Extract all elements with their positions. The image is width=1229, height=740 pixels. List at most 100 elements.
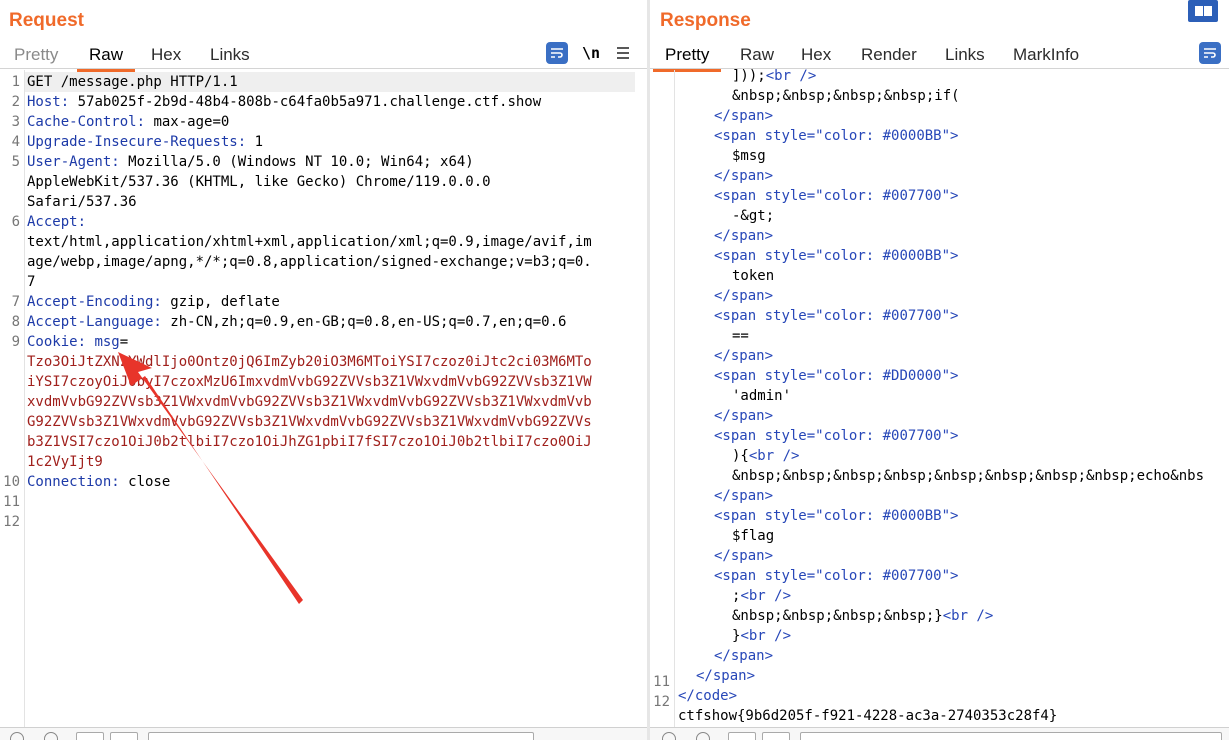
- help-icon[interactable]: [10, 732, 24, 740]
- request-line: Accept-Encoding: gzip, deflate: [27, 292, 280, 312]
- search-input[interactable]: [148, 732, 534, 740]
- line-gutter: 11 12: [650, 70, 675, 728]
- tab-links[interactable]: Links: [945, 45, 985, 65]
- request-line: User-Agent: Mozilla/5.0 (Windows NT 10.0…: [27, 152, 474, 172]
- attr-value: "color: #0000BB">: [815, 128, 959, 144]
- html-tag: <span: [714, 568, 757, 584]
- newline-toggle-button[interactable]: \n: [580, 42, 602, 64]
- prev-match-button[interactable]: [76, 732, 104, 740]
- html-tag: </span>: [714, 408, 774, 424]
- line-number: 7: [11, 294, 20, 310]
- code-line: ;<br />: [732, 586, 791, 606]
- header-value: Mozilla/5.0 (Windows NT 10.0; Win64; x64…: [119, 154, 474, 170]
- code-text: ]));: [732, 68, 766, 84]
- code-text: $msg: [732, 148, 766, 164]
- menu-icon[interactable]: [612, 42, 634, 64]
- next-match-button[interactable]: [110, 732, 138, 740]
- code-line: <span style="color: #007700">: [714, 186, 958, 206]
- attr-value: "color: #0000BB">: [815, 248, 959, 264]
- code-line: &nbsp;&nbsp;&nbsp;&nbsp;if(: [732, 88, 960, 104]
- wrap-lines-icon[interactable]: [1199, 42, 1221, 64]
- request-title: Request: [9, 10, 84, 31]
- line-gutter: 1 2 3 4 5 6 7 8 9 10 11 12: [0, 70, 25, 728]
- line-number: 8: [11, 314, 20, 330]
- code-line: <span style="color: #0000BB">: [714, 246, 958, 266]
- line-number: 4: [11, 134, 20, 150]
- html-attr: style=: [756, 568, 816, 584]
- line-number: 3: [11, 114, 20, 130]
- tab-pretty[interactable]: Pretty: [652, 45, 722, 72]
- line-number: 12: [3, 514, 20, 530]
- header-key: Accept-Encoding:: [27, 294, 162, 310]
- request-line: age/webp,image/apng,*/*;q=0.8,applicatio…: [27, 254, 592, 270]
- html-tag: </span>: [696, 668, 756, 684]
- code-line: <span style="color: #007700">: [714, 566, 958, 586]
- html-tag: </code>: [678, 688, 738, 704]
- header-value: 57ab025f-2b9d-48b4-808b-c64fa0b5a971.cha…: [69, 94, 542, 110]
- attr-value: "color: #007700">: [815, 308, 959, 324]
- response-title: Response: [660, 10, 751, 31]
- code-text: ==: [732, 328, 749, 344]
- next-match-button[interactable]: [762, 732, 790, 740]
- help-icon[interactable]: [662, 732, 676, 740]
- tab-raw[interactable]: Raw: [76, 45, 136, 72]
- request-line: text/html,application/xhtml+xml,applicat…: [27, 234, 592, 250]
- wrap-lines-icon[interactable]: [546, 42, 568, 64]
- tab-pretty[interactable]: Pretty: [14, 45, 58, 65]
- cookie-value: xvdmVvbG92ZVVsb3Z1VWxvdmVvbG92ZVVsb3Z1VW…: [27, 394, 592, 410]
- settings-icon[interactable]: [696, 732, 710, 740]
- html-tag: </span>: [714, 288, 774, 304]
- request-line: Cookie: msg=: [27, 332, 128, 352]
- cookie-value: G92ZVVsb3Z1VWxvdmVvbG92ZVVsb3Z1VWxvdmVvb…: [27, 414, 592, 430]
- header-key: Cookie:: [27, 334, 87, 350]
- attr-value: "color: #0000BB">: [815, 508, 959, 524]
- html-tag: </span>: [714, 228, 774, 244]
- line-number: 5: [11, 154, 20, 170]
- html-tag: </span>: [714, 488, 774, 504]
- response-pane: Response Pretty Raw Hex Render Links Mar…: [650, 0, 1229, 740]
- request-line: Host: 57ab025f-2b9d-48b4-808b-c64fa0b5a9…: [27, 92, 541, 112]
- request-line: Accept-Language: zh-CN,zh;q=0.9,en-GB;q=…: [27, 312, 566, 332]
- layout-icon[interactable]: [1188, 0, 1218, 22]
- header-value: zh-CN,zh;q=0.9,en-GB;q=0.8,en-US;q=0.7,e…: [161, 314, 567, 330]
- cookie-value: 1c2VyIjt9: [27, 454, 103, 470]
- code-line: ){<br />: [732, 446, 799, 466]
- code-text: ){: [732, 448, 749, 464]
- prev-match-button[interactable]: [728, 732, 756, 740]
- response-tabs: Pretty Raw Hex Render Links MarkInfo: [650, 40, 1229, 72]
- attr-value: "color: #007700">: [815, 188, 959, 204]
- request-line: Connection: close: [27, 472, 170, 492]
- response-viewer[interactable]: 11 12 ])); <br /> &nbsp;&nbsp;&nbsp;&nbsp…: [650, 68, 1229, 728]
- html-tag: <span: [714, 188, 757, 204]
- header-key: User-Agent:: [27, 154, 120, 170]
- settings-icon[interactable]: [44, 732, 58, 740]
- code-line: <span style="color: #DD0000">: [714, 366, 958, 386]
- flag-output: ctfshow{9b6d205f-f921-4228-ac3a-2740353c…: [678, 708, 1058, 724]
- tab-markinfo[interactable]: MarkInfo: [1013, 45, 1079, 65]
- html-attr: style=: [756, 508, 816, 524]
- code-line: <span style="color: #0000BB">: [714, 126, 958, 146]
- tab-links[interactable]: Links: [210, 45, 250, 65]
- header-value: max-age=0: [145, 114, 230, 130]
- request-line: 7: [27, 274, 36, 290]
- header-value: close: [119, 474, 171, 490]
- code-line: <span style="color: #0000BB">: [714, 506, 958, 526]
- html-attr: style=: [756, 308, 816, 324]
- code-text: token: [732, 268, 775, 284]
- request-line: Upgrade-Insecure-Requests: 1: [27, 132, 263, 152]
- tab-raw[interactable]: Raw: [740, 45, 774, 65]
- request-line: AppleWebKit/537.36 (KHTML, like Gecko) C…: [27, 174, 491, 190]
- request-editor[interactable]: 1 2 3 4 5 6 7 8 9 10 11 12 GET /message.…: [0, 70, 647, 728]
- html-tag: <br />: [740, 628, 792, 644]
- tab-hex[interactable]: Hex: [801, 45, 831, 65]
- code-text: &nbsp;&nbsp;&nbsp;&nbsp;}: [732, 608, 943, 624]
- line-number: 10: [3, 474, 20, 490]
- code-line: <span style="color: #007700">: [714, 306, 958, 326]
- search-input[interactable]: [800, 732, 1222, 740]
- html-tag: <span: [714, 508, 757, 524]
- tab-render[interactable]: Render: [861, 45, 917, 65]
- html-attr: style=: [756, 128, 816, 144]
- html-attr: style=: [756, 368, 816, 384]
- tab-hex[interactable]: Hex: [151, 45, 181, 65]
- request-line: Safari/537.36: [27, 194, 137, 210]
